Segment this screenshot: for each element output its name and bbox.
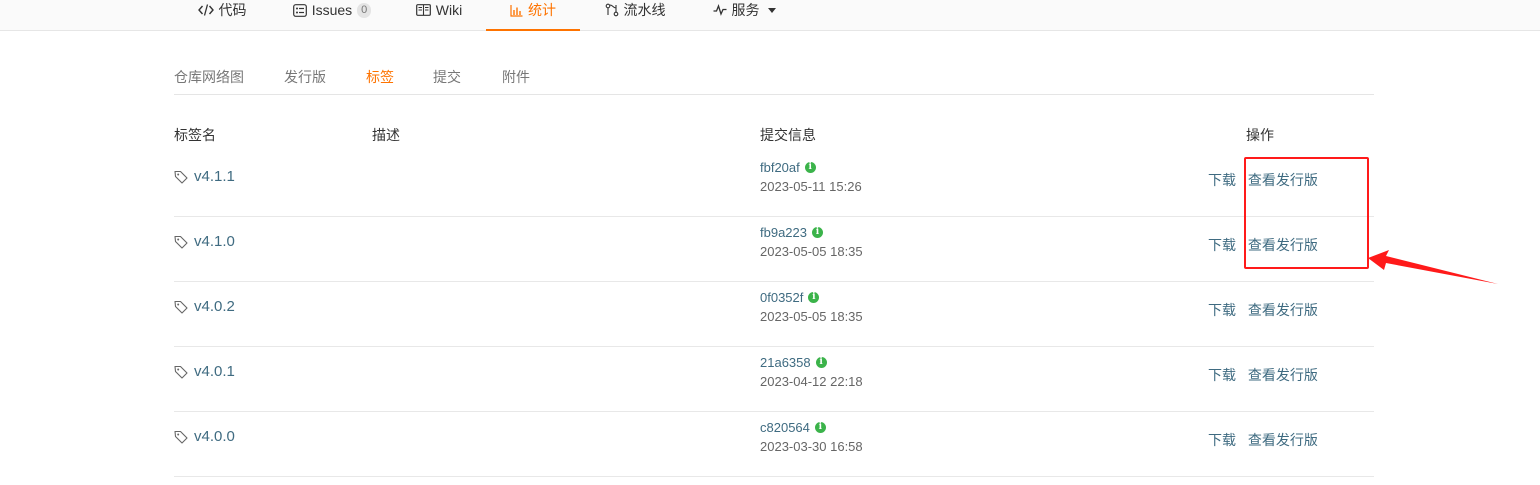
commit-date: 2023-03-30 16:58 <box>760 439 863 454</box>
tab-wiki[interactable]: Wiki <box>410 0 468 31</box>
tag-name: v4.0.0 <box>194 428 235 445</box>
download-button[interactable]: 下载 <box>1208 237 1236 253</box>
info-icon[interactable]: i <box>815 356 827 368</box>
header-commit-info: 提交信息 <box>760 127 816 143</box>
commit-date: 2023-05-11 15:26 <box>760 179 862 194</box>
tag-name: v4.0.1 <box>194 363 235 380</box>
table-row: v4.1.0 fb9a223 i 2023-05-05 18:35 下载 查看发… <box>174 217 1374 282</box>
table-header: 标签名 描述 提交信息 操作 <box>174 110 1374 152</box>
commit-date: 2023-05-05 18:35 <box>760 244 863 259</box>
table-row: v4.0.0 c820564 i 2023-03-30 16:58 下载 查看发… <box>174 412 1374 477</box>
tag-link[interactable]: v4.1.1 <box>174 168 235 185</box>
repo-top-nav: 代码 Issues 0 Wiki 统计 流水线 服务 <box>0 0 1540 31</box>
view-release-button[interactable]: 查看发行版 <box>1248 367 1318 383</box>
commit-date: 2023-04-12 22:18 <box>760 374 863 389</box>
commit-info: 21a6358 i 2023-04-12 22:18 <box>760 353 863 390</box>
tab-code[interactable]: 代码 <box>186 0 258 31</box>
download-button[interactable]: 下载 <box>1208 172 1236 188</box>
pipeline-icon <box>605 2 619 18</box>
book-icon <box>415 2 431 18</box>
header-description: 描述 <box>372 127 400 143</box>
header-actions: 操作 <box>1246 127 1274 143</box>
tag-icon <box>174 235 188 249</box>
info-icon[interactable]: i <box>808 291 820 303</box>
bar-chart-icon <box>510 2 523 18</box>
tag-icon <box>174 430 188 444</box>
issues-count-badge: 0 <box>357 3 372 18</box>
commit-info: fbf20af i 2023-05-11 15:26 <box>760 158 862 195</box>
download-button[interactable]: 下载 <box>1208 432 1236 448</box>
row-actions: 下载 查看发行版 <box>1208 300 1318 320</box>
row-actions: 下载 查看发行版 <box>1208 235 1318 255</box>
subtab-attachments[interactable]: 附件 <box>502 67 530 87</box>
view-release-button[interactable]: 查看发行版 <box>1248 237 1318 253</box>
commit-sha-link[interactable]: 21a6358 <box>760 355 811 370</box>
tag-link[interactable]: v4.0.0 <box>174 428 235 445</box>
commit-info: fb9a223 i 2023-05-05 18:35 <box>760 223 863 260</box>
subtab-tags[interactable]: 标签 <box>366 67 394 87</box>
tag-link[interactable]: v4.0.1 <box>174 363 235 380</box>
tag-icon <box>174 170 188 184</box>
tab-issues-label: Issues <box>311 2 353 18</box>
tab-pipeline-label: 流水线 <box>623 2 666 18</box>
download-button[interactable]: 下载 <box>1208 302 1236 318</box>
view-release-button[interactable]: 查看发行版 <box>1248 172 1318 188</box>
tab-issues[interactable]: Issues 0 <box>286 0 378 31</box>
tab-stats-label: 统计 <box>528 2 556 18</box>
issues-icon <box>292 2 307 18</box>
code-icon <box>197 2 214 18</box>
tag-icon <box>174 365 188 379</box>
tab-wiki-label: Wiki <box>435 2 463 18</box>
tag-link[interactable]: v4.0.2 <box>174 298 235 315</box>
commit-info: 0f0352f i 2023-05-05 18:35 <box>760 288 863 325</box>
tag-name: v4.1.0 <box>194 233 235 250</box>
stats-sub-nav: 仓库网络图 发行版 标签 提交 附件 <box>174 64 1374 95</box>
tab-pipeline[interactable]: 流水线 <box>600 0 670 31</box>
tag-icon <box>174 300 188 314</box>
table-row: v4.0.2 0f0352f i 2023-05-05 18:35 下载 查看发… <box>174 282 1374 347</box>
tab-stats[interactable]: 统计 <box>486 0 580 31</box>
download-button[interactable]: 下载 <box>1208 367 1236 383</box>
table-row: v4.1.1 fbf20af i 2023-05-11 15:26 下载 查看发… <box>174 152 1374 217</box>
info-icon[interactable]: i <box>814 421 826 433</box>
commit-sha-link[interactable]: 0f0352f <box>760 290 803 305</box>
commit-sha-link[interactable]: fb9a223 <box>760 225 807 240</box>
tab-services[interactable]: 服务 <box>706 0 782 31</box>
commit-sha-link[interactable]: c820564 <box>760 420 810 435</box>
info-icon[interactable]: i <box>812 226 823 238</box>
subtab-commits[interactable]: 提交 <box>433 67 461 87</box>
view-release-button[interactable]: 查看发行版 <box>1248 432 1318 448</box>
subtab-releases[interactable]: 发行版 <box>284 67 326 87</box>
pulse-icon <box>713 2 727 18</box>
info-icon[interactable]: i <box>804 161 816 173</box>
tab-code-label: 代码 <box>218 2 247 18</box>
commit-date: 2023-05-05 18:35 <box>760 309 863 324</box>
tags-table: 标签名 描述 提交信息 操作 v4.1.1 fbf20af i 2023-05-… <box>174 110 1374 477</box>
commit-info: c820564 i 2023-03-30 16:58 <box>760 418 863 455</box>
tag-link[interactable]: v4.1.0 <box>174 233 235 250</box>
tab-services-label: 服务 <box>731 2 760 18</box>
tag-name: v4.1.1 <box>194 168 235 185</box>
table-row: v4.0.1 21a6358 i 2023-04-12 22:18 下载 查看发… <box>174 347 1374 412</box>
row-actions: 下载 查看发行版 <box>1208 365 1318 385</box>
tag-name: v4.0.2 <box>194 298 235 315</box>
header-tag-name: 标签名 <box>174 127 216 143</box>
subtab-network[interactable]: 仓库网络图 <box>174 67 244 87</box>
view-release-button[interactable]: 查看发行版 <box>1248 302 1318 318</box>
row-actions: 下载 查看发行版 <box>1208 170 1318 190</box>
chevron-down-icon <box>767 8 776 13</box>
row-actions: 下载 查看发行版 <box>1208 430 1318 450</box>
commit-sha-link[interactable]: fbf20af <box>760 160 800 175</box>
